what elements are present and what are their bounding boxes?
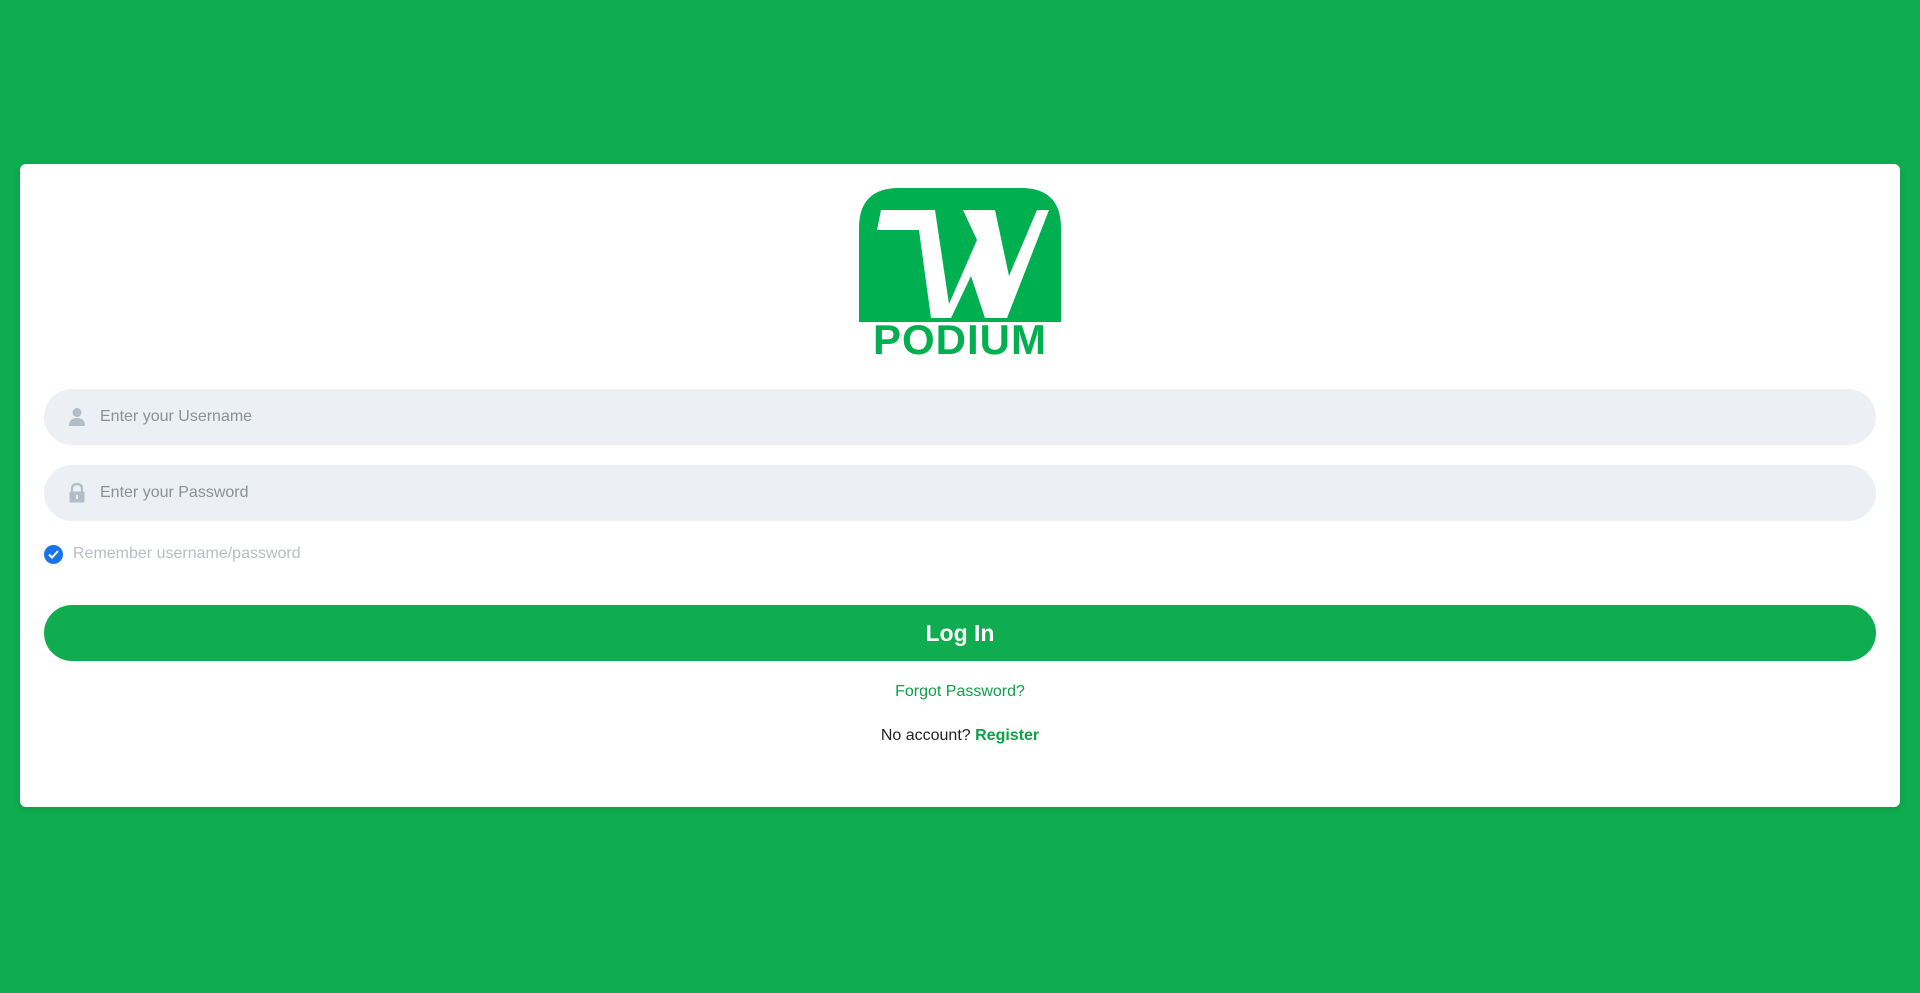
password-input[interactable] [98, 464, 1876, 522]
logo-text: PODIUM [873, 316, 1047, 360]
password-field-container[interactable] [44, 464, 1876, 522]
username-input[interactable] [98, 388, 1876, 446]
login-button[interactable]: Log In [44, 605, 1876, 661]
podium-logo: PODIUM [859, 188, 1061, 360]
login-card: PODIUM Remember username/password [20, 164, 1900, 807]
register-row: No account? Register [20, 727, 1900, 745]
forgot-password-row: Forgot Password? [20, 683, 1900, 701]
remember-label: Remember username/password [73, 545, 301, 562]
remember-me-row[interactable]: Remember username/password [44, 542, 301, 566]
lock-icon [68, 482, 86, 504]
checkmark-icon [48, 549, 59, 559]
no-account-text: No account? [880, 727, 971, 744]
forgot-password-link[interactable]: Forgot Password? [895, 683, 1025, 700]
user-icon [68, 406, 86, 428]
register-link[interactable]: Register [975, 727, 1039, 744]
remember-checkbox[interactable] [44, 544, 63, 564]
username-field-container[interactable] [44, 388, 1876, 446]
